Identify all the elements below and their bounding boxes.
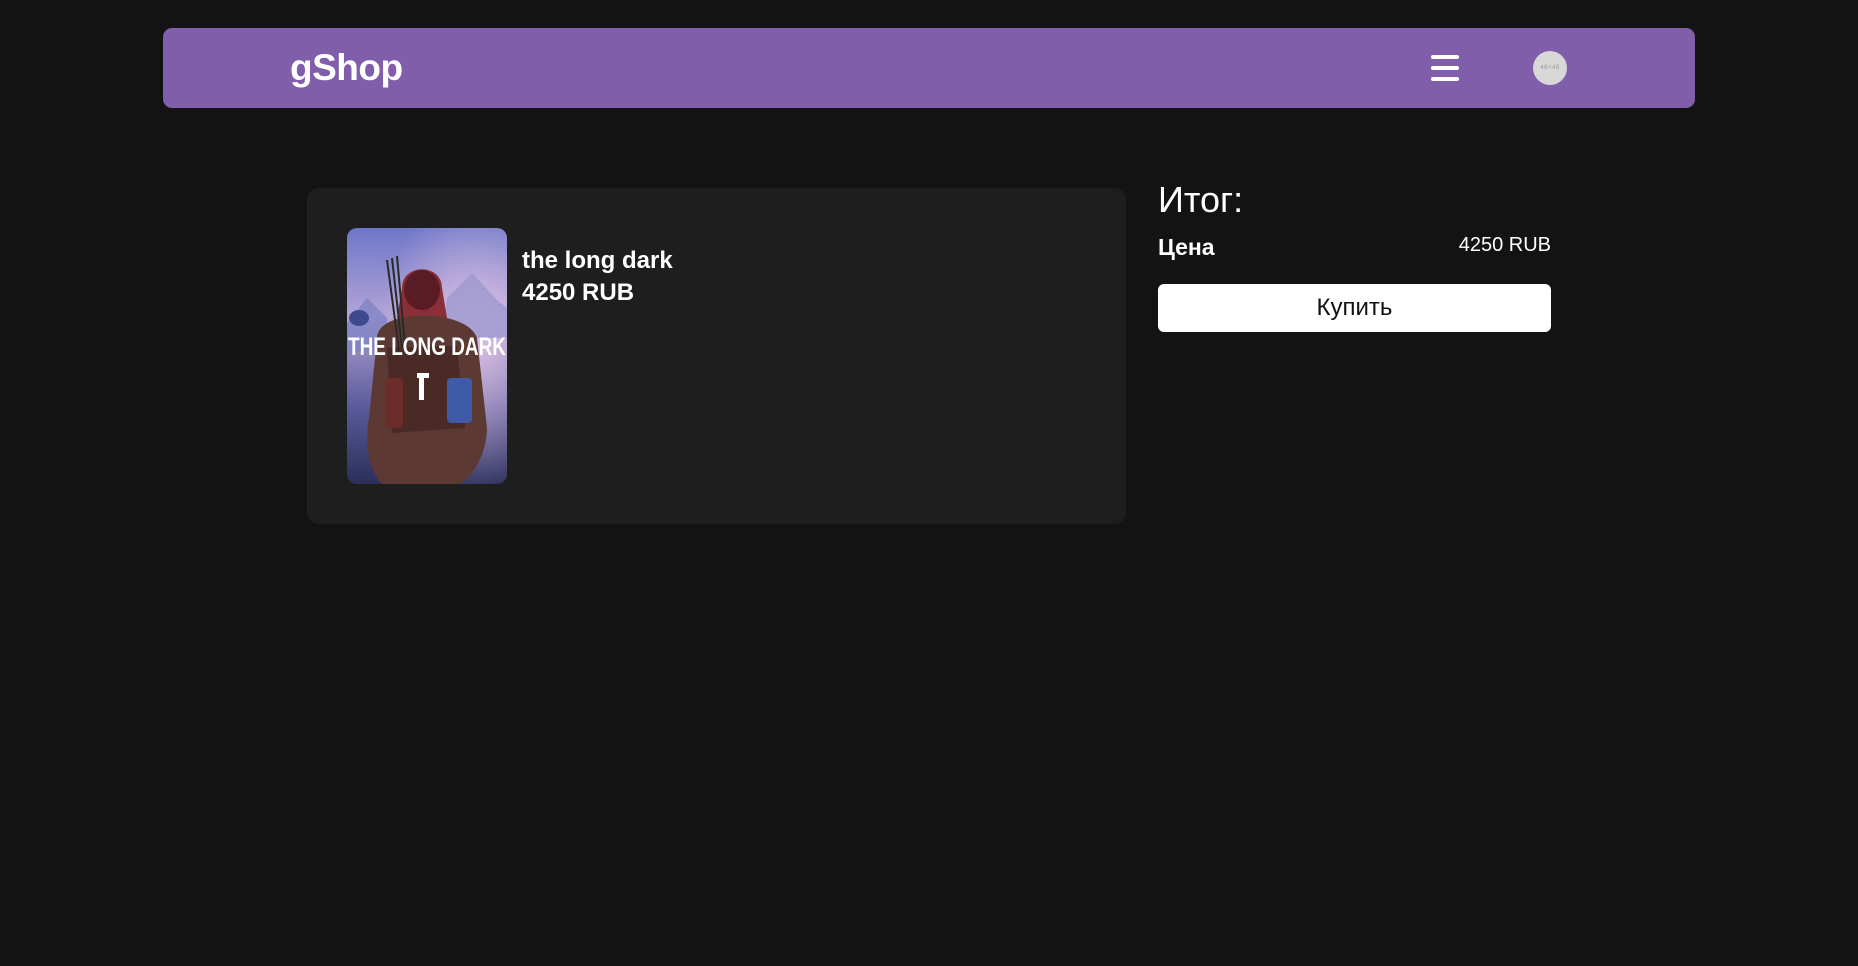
logo[interactable]: gShop bbox=[290, 47, 403, 89]
item-price: 4250 RUB bbox=[522, 279, 635, 306]
cart-item-card: THE LONG DARK the long dark 4250 RUB bbox=[307, 188, 1126, 524]
game-cover-image[interactable]: THE LONG DARK bbox=[347, 228, 507, 484]
buy-button[interactable]: Купить bbox=[1158, 284, 1551, 332]
cart-item-info: the long dark 4250 RUB bbox=[522, 245, 673, 309]
item-title[interactable]: the long dark bbox=[522, 245, 673, 277]
summary-price-label: Цена bbox=[1158, 234, 1215, 260]
top-nav-bar: gShop 48×48 bbox=[163, 28, 1695, 108]
summary-title: Итог: bbox=[1158, 179, 1244, 220]
menu-line bbox=[1431, 77, 1459, 81]
menu-line bbox=[1431, 66, 1459, 70]
user-avatar-icon[interactable]: 48×48 bbox=[1533, 51, 1567, 85]
summary-price-row: Цена 4250 RUB bbox=[1158, 234, 1551, 264]
summary-price-value: 4250 RUB bbox=[1458, 234, 1551, 256]
hamburger-menu-icon[interactable] bbox=[1429, 53, 1461, 83]
cover-title-text: THE LONG DARK bbox=[348, 333, 506, 361]
menu-line bbox=[1431, 55, 1459, 59]
avatar-placeholder-text: 48×48 bbox=[1540, 65, 1560, 71]
order-summary: Итог: Цена 4250 RUB Купить bbox=[1158, 178, 1551, 332]
